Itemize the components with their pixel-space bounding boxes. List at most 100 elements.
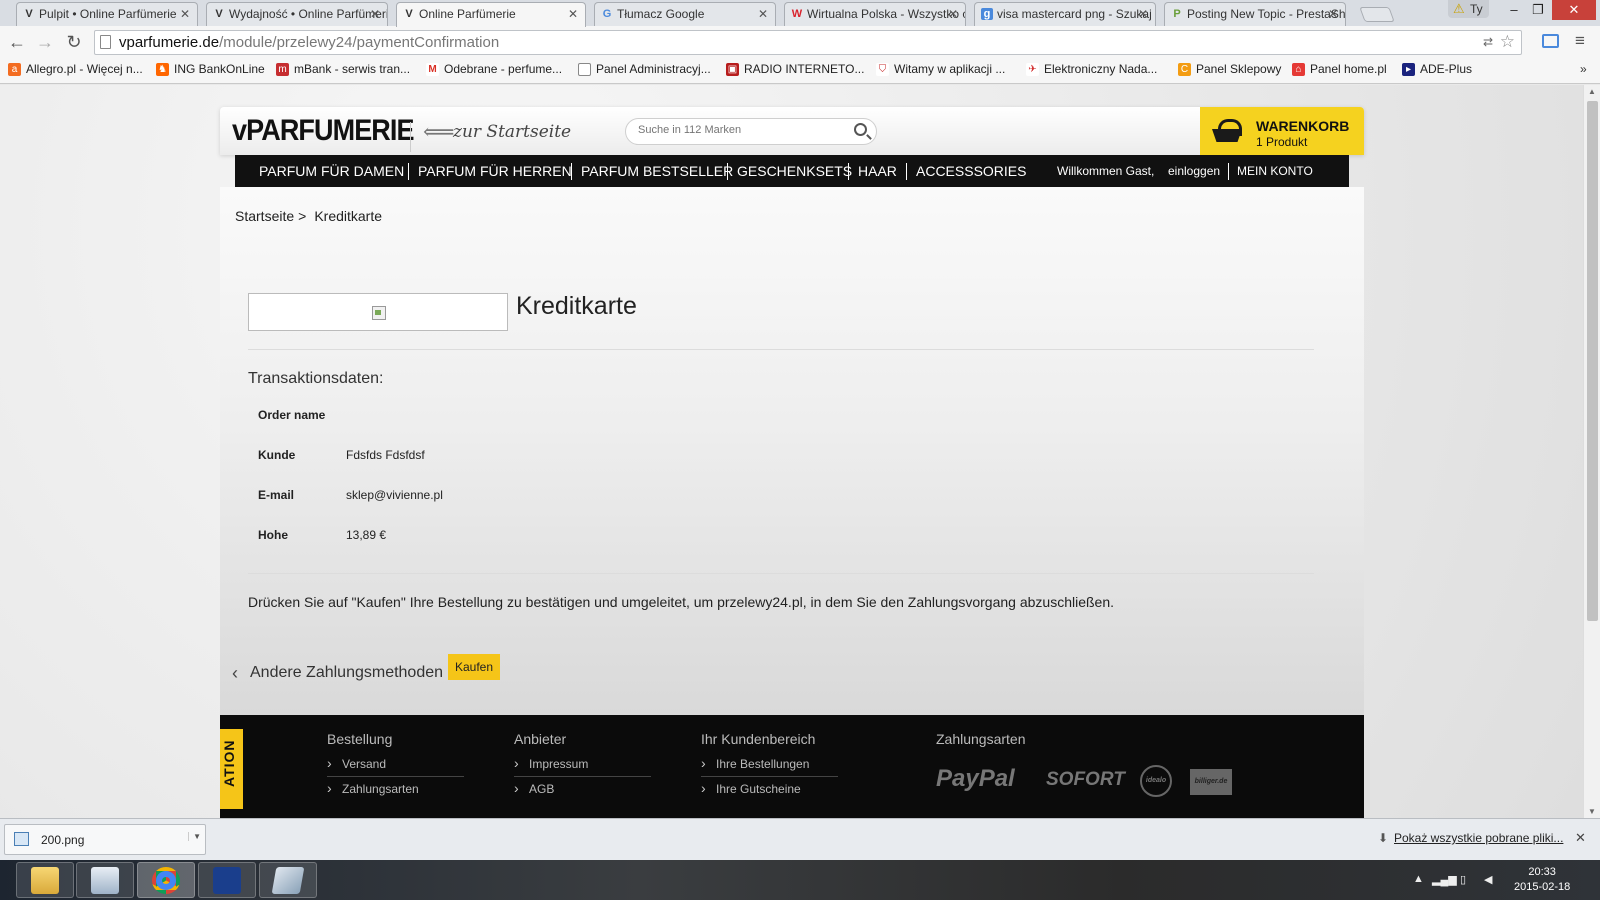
- customer-value: Fdsfds Fdsfdsf: [346, 448, 425, 462]
- bookmark-mbank[interactable]: m mBank - serwis tran...: [276, 62, 410, 76]
- chevron-down-icon[interactable]: ▼: [188, 832, 201, 841]
- bookmark-ing[interactable]: ♞ ING BankOnLine: [156, 62, 265, 76]
- footer-link-zahlungsarten[interactable]: Zahlungsarten: [327, 780, 419, 796]
- vertical-scrollbar[interactable]: ▲ ▼: [1583, 85, 1600, 818]
- close-icon[interactable]: ✕: [568, 7, 578, 21]
- network-signal-icon[interactable]: ▂▄▆: [1432, 873, 1457, 886]
- bookmark-nadawca[interactable]: ✈ Elektroniczny Nada...: [1026, 62, 1157, 76]
- scroll-down-arrow-icon[interactable]: ▼: [1588, 807, 1596, 816]
- tab-google-search[interactable]: g visa mastercard png - Szukaj w Google …: [974, 2, 1156, 26]
- chrome-icon: [152, 867, 180, 894]
- search-icon[interactable]: [854, 123, 867, 136]
- shield-icon: ⛉: [876, 63, 889, 76]
- warning-icon: ⚠: [1453, 1, 1465, 16]
- calculator-taskbar-button[interactable]: [76, 862, 134, 898]
- user-profile-button[interactable]: ⚠ Ty: [1448, 0, 1489, 18]
- address-bar[interactable]: vparfumerie.de/module/przelewy24/payment…: [94, 30, 1522, 55]
- bookmark-ade-plus[interactable]: ▸ ADE-Plus: [1402, 62, 1472, 76]
- home-pl-icon: ⌂: [1292, 63, 1305, 76]
- scroll-up-arrow-icon[interactable]: ▲: [1588, 87, 1596, 96]
- amount-value: 13,89 €: [346, 528, 387, 542]
- close-icon[interactable]: ✕: [1328, 7, 1338, 21]
- close-icon[interactable]: ✕: [758, 7, 768, 21]
- search-box: [625, 118, 877, 145]
- volume-icon[interactable]: ◀: [1484, 873, 1492, 886]
- windows-taskbar: ▲ ▂▄▆ ▯ ◀ 20:33 2015-02-18: [0, 860, 1600, 900]
- breadcrumb-home[interactable]: Startseite: [235, 208, 294, 224]
- footer-link-gutscheine[interactable]: Ihre Gutscheine: [701, 780, 801, 796]
- url-text[interactable]: vparfumerie.de/module/przelewy24/payment…: [119, 34, 499, 51]
- save-app-taskbar-button[interactable]: [198, 862, 256, 898]
- bookmarks-overflow-button[interactable]: »: [1580, 62, 1587, 76]
- menu-icon[interactable]: ≡: [1575, 31, 1585, 51]
- nav-divider: [408, 163, 409, 180]
- bookmark-home-pl[interactable]: ⌂ Panel home.pl: [1292, 62, 1387, 76]
- buy-button[interactable]: Kaufen: [448, 654, 500, 680]
- star-icon[interactable]: ☆: [1500, 32, 1515, 52]
- home-link[interactable]: ⟸ zur Startseite: [410, 120, 571, 152]
- close-download-shelf-button[interactable]: ✕: [1575, 830, 1586, 846]
- tab-tlumacz-google[interactable]: G Tłumacz Google ✕: [594, 2, 776, 26]
- bookmark-gmail[interactable]: M Odebrane - perfume...: [426, 62, 562, 76]
- nav-parfum-herren[interactable]: PARFUM FÜR HERREN: [418, 163, 572, 179]
- calculator-icon: [91, 867, 119, 894]
- breadcrumb-current: Kreditkarte: [314, 208, 383, 224]
- google-favicon-icon: g: [981, 8, 993, 20]
- close-icon[interactable]: ✕: [370, 7, 380, 21]
- bookmark-panel-sklepowy[interactable]: C Panel Sklepowy: [1178, 62, 1281, 76]
- sofort-logo: SOFORT: [1046, 769, 1125, 790]
- tab-pulpit[interactable]: V Pulpit • Online Parfümerie ✕: [16, 2, 198, 26]
- close-icon[interactable]: ✕: [180, 7, 190, 21]
- footer-link-bestellungen[interactable]: Ihre Bestellungen: [701, 755, 809, 771]
- search-input[interactable]: [638, 124, 838, 136]
- reload-icon[interactable]: ↻: [63, 31, 85, 53]
- forward-arrow-icon[interactable]: →: [34, 31, 56, 53]
- nav-parfum-damen[interactable]: PARFUM FÜR DAMEN: [259, 163, 404, 179]
- restore-button[interactable]: ❐: [1528, 0, 1548, 20]
- footer-side-tab[interactable]: ATION: [220, 729, 243, 809]
- back-arrow-icon[interactable]: ←: [6, 31, 28, 53]
- bookmark-witamy[interactable]: ⛉ Witamy w aplikacji ...: [876, 62, 1005, 76]
- device-icon[interactable]: ▯: [1460, 873, 1466, 886]
- bookmark-allegro[interactable]: a Allegro.pl - Więcej n...: [8, 62, 143, 76]
- close-icon[interactable]: ✕: [1138, 7, 1148, 21]
- footer-link-versand[interactable]: Versand: [327, 755, 386, 771]
- translate-icon[interactable]: ⇄: [1483, 35, 1493, 49]
- tab-prestashop[interactable]: P Posting New Topic - PrestaShop ✕: [1164, 2, 1346, 26]
- nav-haar[interactable]: HAAR: [858, 163, 897, 179]
- close-icon[interactable]: ✕: [948, 7, 958, 21]
- tab-online-parfumerie[interactable]: V Online Parfümerie ✕: [396, 2, 586, 27]
- app-taskbar-button[interactable]: [259, 862, 317, 898]
- show-all-downloads-link[interactable]: ⬇ Pokaż wszystkie pobrane pliki...: [1378, 831, 1563, 845]
- customer-label: Kunde: [258, 448, 296, 462]
- bookmark-radio[interactable]: ▣ RADIO INTERNETO...: [726, 62, 864, 76]
- new-tab-button[interactable]: [1359, 7, 1395, 22]
- site-container: vPARFUMERIE ⟸ zur Startseite WARENKORB 1…: [220, 107, 1364, 818]
- minimize-button[interactable]: –: [1504, 0, 1524, 20]
- tray-up-arrow-icon[interactable]: ▲: [1413, 873, 1424, 885]
- other-payment-methods-link[interactable]: ‹ Andere Zahlungsmethoden: [232, 663, 443, 683]
- nav-geschenksets[interactable]: GESCHENKSETS: [737, 163, 852, 179]
- nav-bestseller[interactable]: PARFUM BESTSELLER: [581, 163, 733, 179]
- system-clock[interactable]: 20:33 2015-02-18: [1514, 865, 1570, 895]
- close-window-button[interactable]: ✕: [1552, 0, 1596, 20]
- tab-wydajnosc[interactable]: V Wydajność • Online Parfümerie ✕: [206, 2, 388, 26]
- tab-wirtualna-polska[interactable]: W Wirtualna Polska - Wszystko co ważne ✕: [784, 2, 966, 26]
- nav-accessories[interactable]: ACCESSSORIES: [916, 163, 1026, 179]
- site-logo[interactable]: vPARFUMERIE: [232, 114, 415, 148]
- footer-link-agb[interactable]: AGB: [514, 780, 554, 796]
- chrome-taskbar-button[interactable]: [137, 862, 195, 898]
- account-link[interactable]: MEIN KONTO: [1237, 164, 1313, 178]
- login-link[interactable]: einloggen: [1168, 164, 1220, 178]
- footer-heading-bestellung: Bestellung: [327, 731, 393, 747]
- explorer-taskbar-button[interactable]: [16, 862, 74, 898]
- browser-toolbar: ← → ↻ vparfumerie.de/module/przelewy24/p…: [0, 26, 1600, 58]
- download-item[interactable]: 200.png ▼: [4, 824, 206, 855]
- cart-button[interactable]: WARENKORB 1 Produkt: [1200, 107, 1364, 155]
- footer-link-impressum[interactable]: Impressum: [514, 755, 588, 771]
- scrollbar-thumb[interactable]: [1587, 101, 1598, 621]
- footer-heading-zahlungsarten: Zahlungsarten: [936, 731, 1026, 747]
- section-title: Transaktionsdaten:: [248, 370, 384, 387]
- bookmark-panel-admin[interactable]: Panel Administracyj...: [578, 62, 711, 76]
- extension-icon[interactable]: [1542, 34, 1559, 48]
